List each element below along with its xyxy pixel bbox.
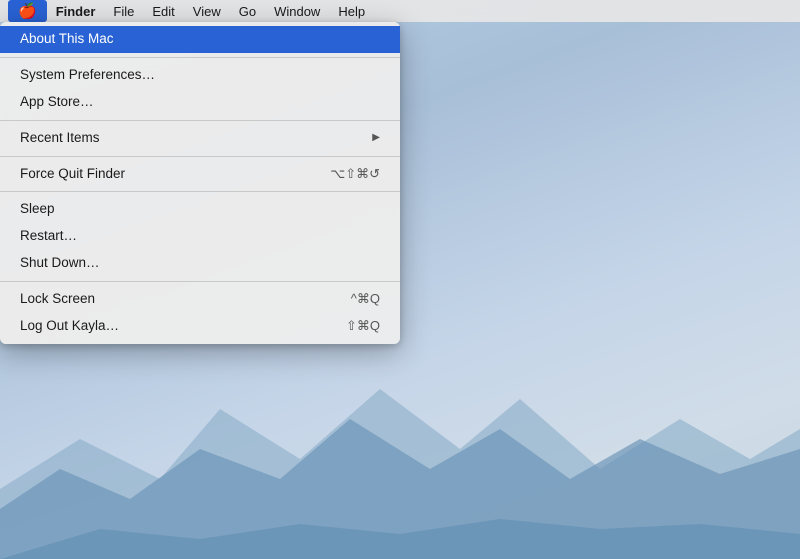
about-this-mac-label: About This Mac: [20, 30, 114, 49]
sleep-item[interactable]: Sleep: [0, 196, 400, 223]
menubar: 🍎 Finder File Edit View Go Window Help: [0, 0, 800, 22]
go-menu[interactable]: Go: [230, 0, 265, 22]
edit-label: Edit: [152, 4, 174, 19]
separator-4: [0, 191, 400, 192]
about-this-mac-item[interactable]: About This Mac: [0, 26, 400, 53]
restart-item[interactable]: Restart…: [0, 223, 400, 250]
apple-menu-button[interactable]: 🍎: [8, 0, 47, 22]
restart-label: Restart…: [20, 227, 77, 246]
go-label: Go: [239, 4, 256, 19]
finder-label: Finder: [56, 4, 96, 19]
separator-1: [0, 57, 400, 58]
view-menu[interactable]: View: [184, 0, 230, 22]
shut-down-item[interactable]: Shut Down…: [0, 250, 400, 277]
force-quit-shortcut: ⌥⇧⌘↺: [330, 165, 380, 183]
app-store-item[interactable]: App Store…: [0, 89, 400, 116]
lock-screen-item[interactable]: Lock Screen ^⌘Q: [0, 286, 400, 313]
help-label: Help: [338, 4, 365, 19]
system-preferences-item[interactable]: System Preferences…: [0, 62, 400, 89]
recent-items-item[interactable]: Recent Items ▶: [0, 125, 400, 152]
force-quit-item[interactable]: Force Quit Finder ⌥⇧⌘↺: [0, 161, 400, 188]
view-label: View: [193, 4, 221, 19]
system-preferences-label: System Preferences…: [20, 66, 155, 85]
mountain-background: [0, 309, 800, 559]
recent-items-arrow-icon: ▶: [372, 131, 380, 145]
finder-menu[interactable]: Finder: [47, 0, 105, 22]
separator-3: [0, 156, 400, 157]
desktop: 🍎 Finder File Edit View Go Window Help A…: [0, 0, 800, 559]
app-store-label: App Store…: [20, 93, 94, 112]
window-menu[interactable]: Window: [265, 0, 329, 22]
help-menu[interactable]: Help: [329, 0, 374, 22]
log-out-shortcut: ⇧⌘Q: [346, 317, 380, 335]
lock-screen-shortcut: ^⌘Q: [351, 290, 380, 308]
lock-screen-label: Lock Screen: [20, 290, 95, 309]
file-menu[interactable]: File: [104, 0, 143, 22]
apple-icon: 🍎: [18, 2, 37, 20]
separator-5: [0, 281, 400, 282]
log-out-label: Log Out Kayla…: [20, 317, 119, 336]
apple-dropdown-menu: About This Mac System Preferences… App S…: [0, 22, 400, 344]
sleep-label: Sleep: [20, 200, 55, 219]
window-label: Window: [274, 4, 320, 19]
shut-down-label: Shut Down…: [20, 254, 100, 273]
edit-menu[interactable]: Edit: [143, 0, 183, 22]
file-label: File: [113, 4, 134, 19]
recent-items-label: Recent Items: [20, 129, 100, 148]
log-out-item[interactable]: Log Out Kayla… ⇧⌘Q: [0, 313, 400, 340]
separator-2: [0, 120, 400, 121]
force-quit-label: Force Quit Finder: [20, 165, 125, 184]
